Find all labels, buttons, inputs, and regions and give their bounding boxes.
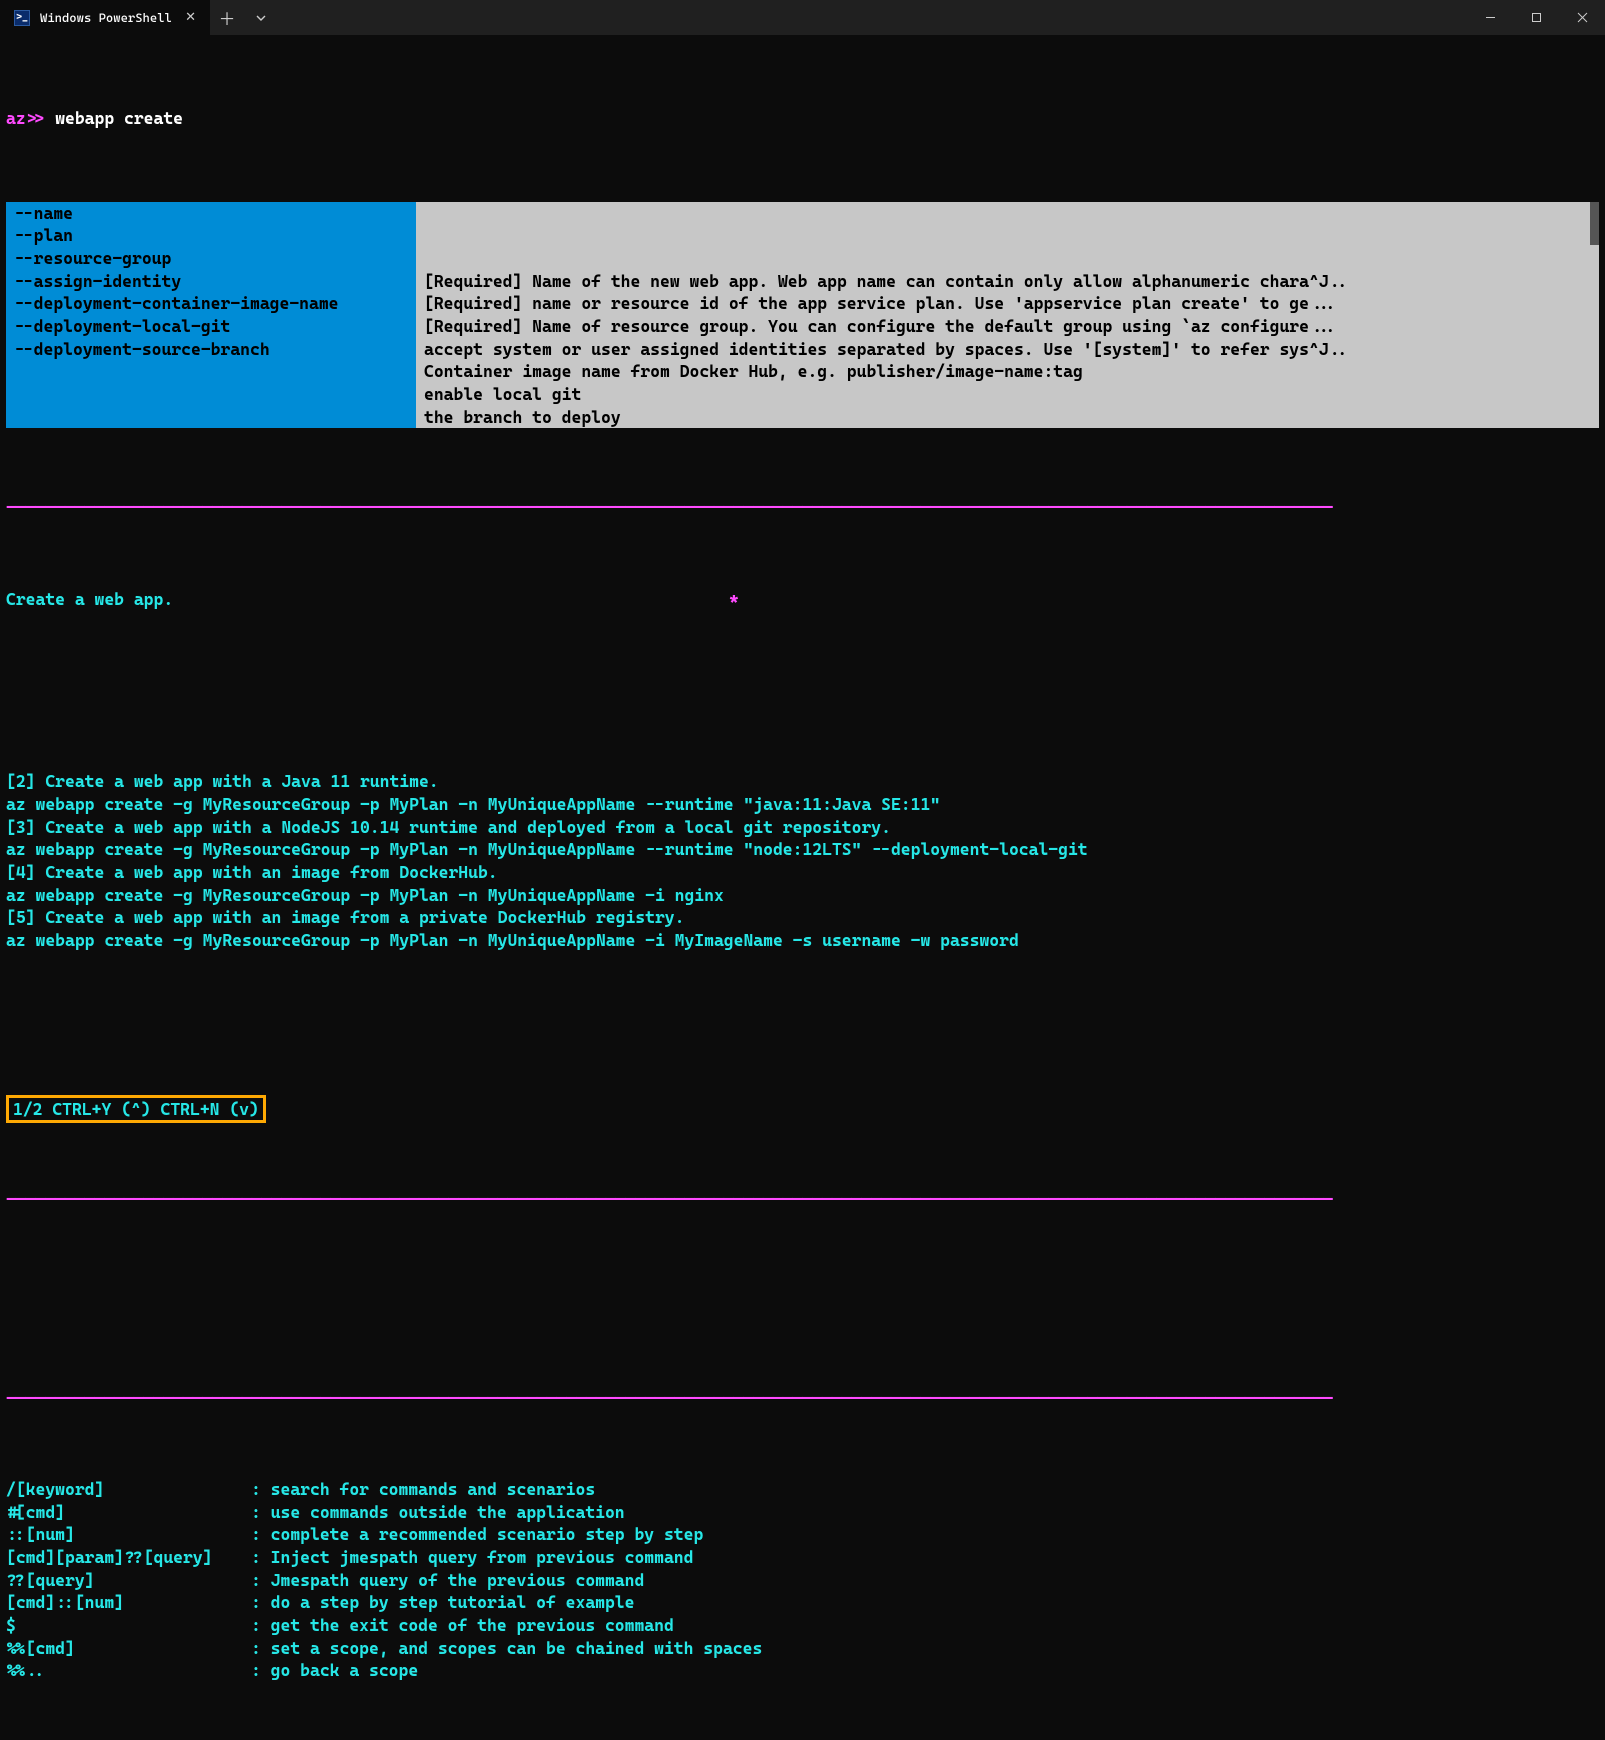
window-controls — [1467, 0, 1605, 35]
help-row: %%[cmd]: set a scope, and scopes can be … — [6, 1637, 1599, 1660]
help-key: %%[cmd] — [6, 1637, 251, 1660]
help-desc: : Jmespath query of the previous command — [251, 1569, 644, 1592]
help-row: ::[num]: complete a recommended scenario… — [6, 1523, 1599, 1546]
tab-powershell[interactable]: >_ Windows PowerShell ✕ — [0, 0, 210, 35]
help-row: [cmd][param]??[query]: Inject jmespath q… — [6, 1546, 1599, 1569]
example-line: az webapp create -g MyResourceGroup -p M… — [6, 838, 1599, 861]
help-row: #[cmd]: use commands outside the applica… — [6, 1501, 1599, 1524]
completion-description: accept system or user assigned identitie… — [424, 338, 1591, 361]
example-line: [2] Create a web app with a Java 11 runt… — [6, 770, 1599, 793]
completion-item[interactable]: --deployment-local-git — [14, 315, 408, 338]
completion-item[interactable]: --assign-identity — [14, 270, 408, 293]
example-line: [4] Create a web app with an image from … — [6, 861, 1599, 884]
examples: [2] Create a web app with a Java 11 runt… — [6, 770, 1599, 951]
help-key: #[cmd] — [6, 1501, 251, 1524]
help-key: [cmd]::[num] — [6, 1591, 251, 1614]
help-key: [cmd][param]??[query] — [6, 1546, 251, 1569]
completion-description: [Required] Name of resource group. You c… — [424, 315, 1591, 338]
help-desc: : complete a recommended scenario step b… — [251, 1523, 703, 1546]
help-desc: : go back a scope — [251, 1659, 418, 1682]
completion-item[interactable]: --deployment-source-branch — [14, 338, 408, 361]
powershell-icon: >_ — [14, 10, 30, 26]
help-key: ::[num] — [6, 1523, 251, 1546]
help-table: /[keyword]: search for commands and scen… — [6, 1478, 1599, 1682]
summary-text: Create a web app. — [6, 587, 173, 612]
completion-params[interactable]: --name--plan--resource-group--assign-ide… — [6, 202, 416, 429]
help-row: %%..: go back a scope — [6, 1659, 1599, 1682]
maximize-button[interactable] — [1513, 0, 1559, 35]
example-line: [5] Create a web app with an image from … — [6, 906, 1599, 929]
help-desc: : search for commands and scenarios — [251, 1478, 595, 1501]
pager-indicator: 1/2 CTRL+Y (^) CTRL+N (v) — [6, 1095, 266, 1124]
example-line: [3] Create a web app with a NodeJS 10.14… — [6, 816, 1599, 839]
help-desc: : set a scope, and scopes can be chained… — [251, 1637, 762, 1660]
prompt-input[interactable]: webapp create — [55, 108, 183, 128]
prompt-line: az>> webapp create — [6, 107, 1599, 130]
terminal-body[interactable]: az>> webapp create --name--plan--resourc… — [0, 35, 1605, 1740]
help-desc: : do a step by step tutorial of example — [251, 1591, 634, 1614]
divider: ----------------------------------------… — [6, 496, 1599, 519]
pager-row: 1/2 CTRL+Y (^) CTRL+N (v) — [6, 1094, 1599, 1124]
prompt-label: az>> — [6, 108, 45, 128]
completion-description: the branch to deploy — [424, 406, 1591, 429]
summary-line: Create a web app. * — [6, 587, 1599, 612]
example-line: az webapp create -g MyResourceGroup -p M… — [6, 929, 1599, 952]
help-desc: : Inject jmespath query from previous co… — [251, 1546, 693, 1569]
completion-popup[interactable]: --name--plan--resource-group--assign-ide… — [6, 202, 1599, 429]
completion-description: Container image name from Docker Hub, e.… — [424, 360, 1591, 383]
divider: ----------------------------------------… — [6, 1387, 1599, 1410]
close-tab-icon[interactable]: ✕ — [185, 10, 196, 25]
completion-item[interactable]: --name — [14, 202, 408, 225]
help-key: %%.. — [6, 1659, 251, 1682]
divider: ----------------------------------------… — [6, 1188, 1599, 1211]
help-desc: : use commands outside the application — [251, 1501, 625, 1524]
new-tab-button[interactable]: ＋ — [210, 0, 244, 35]
help-key: $ — [6, 1614, 251, 1637]
tab-title: Windows PowerShell — [40, 10, 175, 25]
example-line: az webapp create -g MyResourceGroup -p M… — [6, 884, 1599, 907]
help-key: ??[query] — [6, 1569, 251, 1592]
tab-strip: >_ Windows PowerShell ✕ ＋ — [0, 0, 278, 35]
minimize-button[interactable] — [1467, 0, 1513, 35]
completion-description: enable local git — [424, 383, 1591, 406]
tab-dropdown-icon[interactable] — [244, 0, 278, 35]
help-row: ??[query]: Jmespath query of the previou… — [6, 1569, 1599, 1592]
help-key: /[keyword] — [6, 1478, 251, 1501]
example-line: az webapp create -g MyResourceGroup -p M… — [6, 793, 1599, 816]
close-window-button[interactable] — [1559, 0, 1605, 35]
marker-star: * — [729, 587, 1599, 612]
completion-item[interactable]: --deployment-container-image-name — [14, 292, 408, 315]
completion-item[interactable]: --resource-group — [14, 247, 408, 270]
titlebar: >_ Windows PowerShell ✕ ＋ — [0, 0, 1605, 35]
help-desc: : get the exit code of the previous comm… — [251, 1614, 674, 1637]
completion-description: [Required] Name of the new web app. Web … — [424, 270, 1591, 293]
completion-item[interactable]: --plan — [14, 224, 408, 247]
completion-scrollbar[interactable] — [1590, 202, 1599, 245]
completion-descriptions: [Required] Name of the new web app. Web … — [416, 202, 1599, 429]
completion-description: [Required] name or resource id of the ap… — [424, 292, 1591, 315]
help-row: /[keyword]: search for commands and scen… — [6, 1478, 1599, 1501]
help-row: $: get the exit code of the previous com… — [6, 1614, 1599, 1637]
help-row: [cmd]::[num]: do a step by step tutorial… — [6, 1591, 1599, 1614]
